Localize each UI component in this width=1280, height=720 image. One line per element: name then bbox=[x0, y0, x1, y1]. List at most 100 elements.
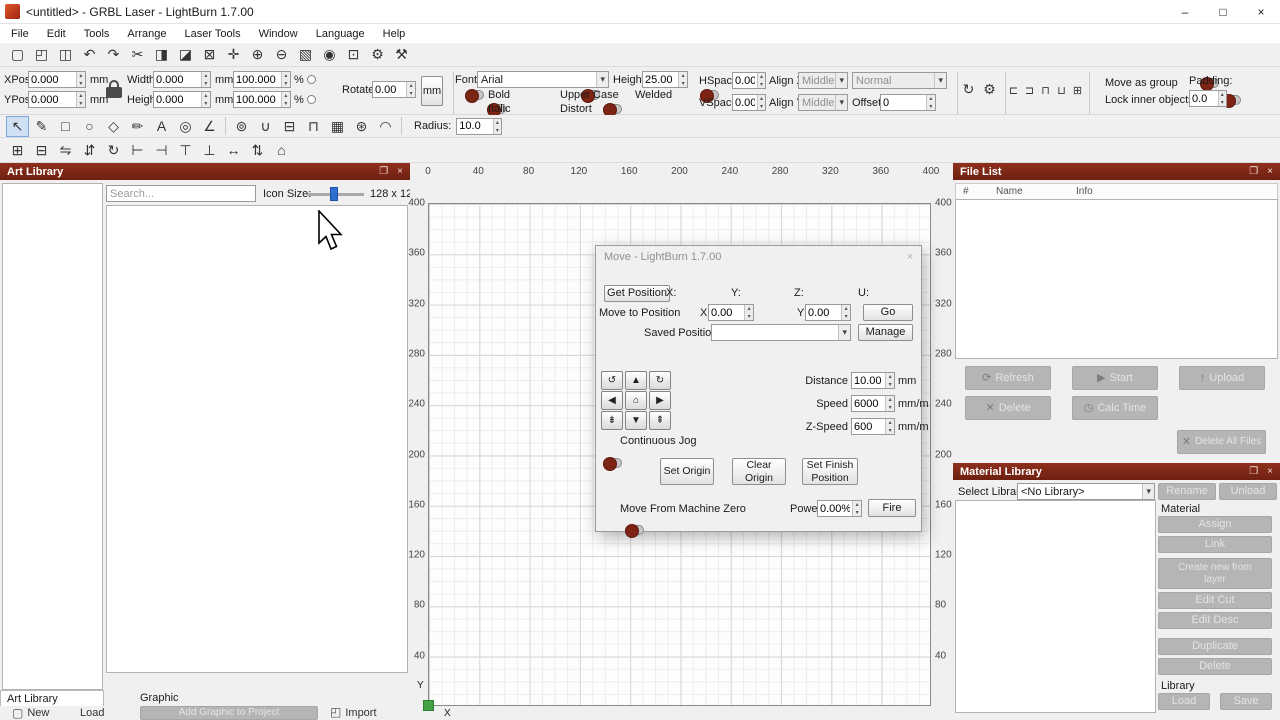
menu-laser-tools[interactable]: Laser Tools bbox=[176, 26, 250, 42]
open-file-icon[interactable]: ◰ bbox=[30, 44, 53, 65]
vspace-input[interactable] bbox=[732, 94, 766, 111]
import-graphic-button[interactable]: ◰ Import bbox=[330, 706, 377, 720]
edit-nodes-icon[interactable]: ✏ bbox=[126, 116, 149, 137]
width-input[interactable] bbox=[153, 71, 211, 88]
font-style-select[interactable]: Normal bbox=[852, 72, 947, 89]
spinner-arrows[interactable] bbox=[76, 72, 85, 87]
fire-button[interactable]: Fire bbox=[868, 499, 916, 517]
flip-vertical-icon[interactable]: ⇵ bbox=[78, 140, 101, 161]
ypos-value[interactable] bbox=[29, 92, 76, 107]
jog-left-button[interactable]: ◀ bbox=[601, 391, 623, 410]
jog-z-down-button[interactable]: ⇟ bbox=[601, 411, 623, 430]
edit-cut-button[interactable]: Edit Cut bbox=[1158, 592, 1272, 609]
font-height-value[interactable] bbox=[643, 72, 678, 87]
spinner-arrows[interactable] bbox=[201, 92, 210, 107]
rectangle-icon[interactable]: □ bbox=[54, 116, 77, 137]
zoom-out-icon[interactable]: ⊖ bbox=[270, 44, 293, 65]
delete-file-button[interactable]: ✕ Delete bbox=[965, 396, 1051, 420]
tab-art-library[interactable]: Art Library bbox=[0, 690, 104, 706]
align-left-icon[interactable]: ⊢ bbox=[126, 140, 149, 161]
aspect-radio-bottom[interactable] bbox=[307, 95, 316, 104]
edit-desc-button[interactable]: Edit Desc bbox=[1158, 612, 1272, 629]
spinner-arrows[interactable] bbox=[678, 72, 687, 87]
paste-icon[interactable]: ◪ bbox=[174, 44, 197, 65]
icon-size-slider-handle[interactable] bbox=[330, 187, 338, 201]
new-library-button[interactable]: ▢ New bbox=[12, 706, 49, 720]
deform-icon[interactable]: ◠ bbox=[374, 116, 397, 137]
spinner-arrows[interactable] bbox=[1218, 91, 1226, 106]
spinner-arrows[interactable] bbox=[885, 419, 894, 434]
radius-input[interactable] bbox=[456, 118, 502, 135]
radius-value[interactable] bbox=[457, 119, 492, 134]
move-x-input[interactable] bbox=[708, 304, 754, 321]
file-list-table[interactable] bbox=[955, 199, 1278, 359]
get-position-button[interactable]: Get Position bbox=[604, 285, 670, 302]
rotate-cw-icon[interactable]: ↻ bbox=[102, 140, 125, 161]
distance-value[interactable] bbox=[852, 373, 885, 388]
spinner-arrows[interactable] bbox=[885, 396, 894, 411]
offset-input[interactable] bbox=[880, 94, 936, 111]
spinner-arrows[interactable] bbox=[841, 305, 850, 320]
file-list-header[interactable]: File List ❐ × bbox=[953, 163, 1280, 180]
load-material-library-button[interactable]: Load bbox=[1158, 693, 1210, 710]
lock-aspect-icon[interactable] bbox=[106, 80, 122, 98]
delete-icon[interactable]: ⊠ bbox=[198, 44, 221, 65]
move-to-origin-icon[interactable]: ⌂ bbox=[270, 140, 293, 161]
close-panel-icon[interactable]: × bbox=[1267, 466, 1273, 477]
polygon-icon[interactable]: ◇ bbox=[102, 116, 125, 137]
refresh-button[interactable]: ⟳ Refresh bbox=[965, 366, 1051, 390]
offset-shapes-icon[interactable]: ⊚ bbox=[230, 116, 253, 137]
pan-view-icon[interactable]: ✛ bbox=[222, 44, 245, 65]
move-y-value[interactable] bbox=[806, 305, 841, 320]
rotate-input[interactable] bbox=[372, 81, 416, 98]
ungroup-icon[interactable]: ⊟ bbox=[30, 140, 53, 161]
set-finish-position-button[interactable]: Set Finish Position bbox=[802, 458, 858, 485]
preview-icon[interactable]: ⊡ bbox=[342, 44, 365, 65]
spinner-arrows[interactable] bbox=[757, 73, 765, 88]
width-value[interactable] bbox=[154, 72, 201, 87]
upload-button[interactable]: ↑ Upload bbox=[1179, 366, 1265, 390]
create-new-from-layer-button[interactable]: Create new from layer bbox=[1158, 558, 1272, 589]
height-percent-value[interactable] bbox=[234, 92, 281, 107]
move-x-value[interactable] bbox=[709, 305, 744, 320]
redo-icon[interactable]: ↷ bbox=[102, 44, 125, 65]
distort-toggle[interactable] bbox=[603, 104, 622, 114]
speed-input[interactable] bbox=[851, 395, 895, 412]
menu-language[interactable]: Language bbox=[307, 26, 374, 42]
text-icon[interactable]: A bbox=[150, 116, 173, 137]
position-laser-icon[interactable]: ◎ bbox=[174, 116, 197, 137]
spinner-arrows[interactable] bbox=[281, 92, 290, 107]
draw-lines-icon[interactable]: ✎ bbox=[30, 116, 53, 137]
file-list-col-num[interactable]: # bbox=[963, 186, 969, 197]
aligny-select[interactable]: Middle bbox=[798, 94, 848, 111]
dock-bottom-icon[interactable]: ⊔ bbox=[1054, 82, 1069, 99]
group-icon[interactable]: ⊞ bbox=[6, 140, 29, 161]
font-height-input[interactable] bbox=[642, 71, 688, 88]
zoom-in-icon[interactable]: ⊕ bbox=[246, 44, 269, 65]
measure-icon[interactable]: ∠ bbox=[198, 116, 221, 137]
device-settings-icon[interactable]: ⚙ bbox=[366, 44, 389, 65]
padding-input[interactable] bbox=[1189, 90, 1227, 107]
cut-settings-icon[interactable]: ⚙ bbox=[978, 79, 1001, 100]
manage-positions-button[interactable]: Manage bbox=[858, 324, 913, 341]
height-percent-input[interactable] bbox=[233, 91, 291, 108]
machine-settings-icon[interactable]: ⚒ bbox=[390, 44, 413, 65]
grid-array-icon[interactable]: ▦ bbox=[326, 116, 349, 137]
close-panel-icon[interactable]: × bbox=[397, 166, 403, 177]
rotate-value[interactable] bbox=[373, 82, 406, 97]
assign-button[interactable]: Assign bbox=[1158, 516, 1272, 533]
align-bottom-icon[interactable]: ⊥ bbox=[198, 140, 221, 161]
menu-edit[interactable]: Edit bbox=[38, 26, 75, 42]
move-from-machine-zero-toggle[interactable] bbox=[625, 525, 644, 535]
menu-window[interactable]: Window bbox=[250, 26, 307, 42]
delete-material-button[interactable]: Delete bbox=[1158, 658, 1272, 675]
bold-toggle[interactable] bbox=[465, 90, 484, 100]
select-library-dropdown[interactable]: <No Library> bbox=[1017, 483, 1155, 500]
move-dialog-titlebar[interactable]: Move - LightBurn 1.7.00 × bbox=[596, 246, 921, 267]
width-percent-input[interactable] bbox=[233, 71, 291, 88]
dock-right-icon[interactable]: ⊐ bbox=[1022, 82, 1037, 99]
save-icon[interactable]: ◫ bbox=[54, 44, 77, 65]
art-library-folder-list[interactable] bbox=[2, 183, 103, 690]
new-file-icon[interactable]: ▢ bbox=[6, 44, 29, 65]
unload-library-button[interactable]: Unload bbox=[1219, 483, 1277, 500]
